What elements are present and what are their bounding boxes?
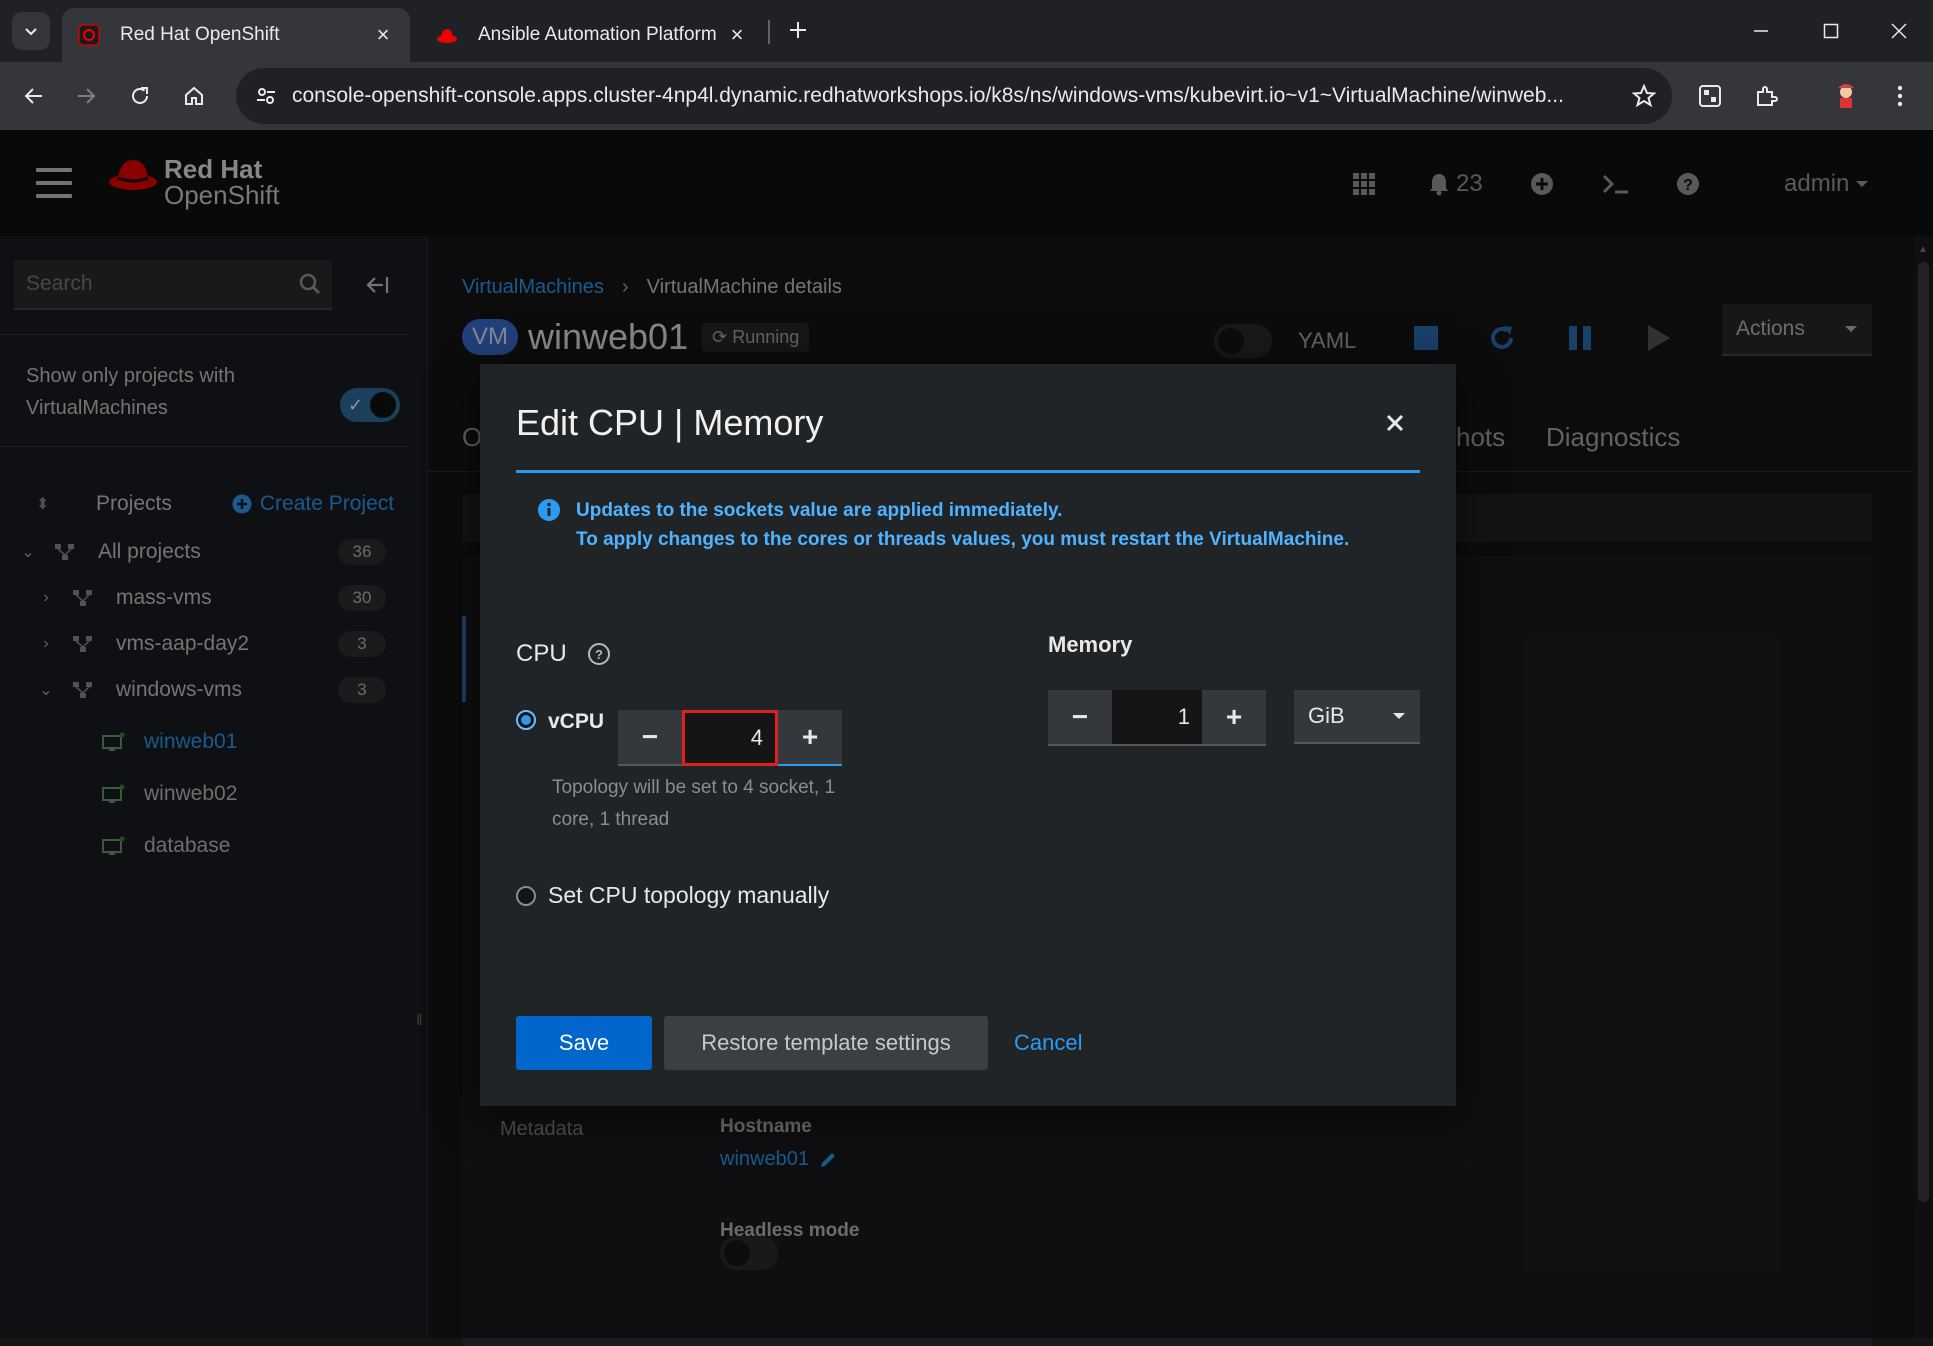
forward-button[interactable] xyxy=(66,76,106,116)
cpu-section-label: CPU ? xyxy=(516,640,611,668)
tab-ansible-automation-platform[interactable]: Ansible Automation Platform × xyxy=(420,8,764,62)
vcpu-increment-button[interactable]: + xyxy=(778,710,842,766)
memory-unit-value: GiB xyxy=(1308,703,1345,728)
svg-text:?: ? xyxy=(595,647,603,662)
tab-divider xyxy=(768,20,770,44)
new-tab-button[interactable] xyxy=(780,12,816,48)
save-button[interactable]: Save xyxy=(516,1016,652,1070)
maximize-icon xyxy=(1823,23,1839,39)
vcpu-stepper: − 4 + xyxy=(618,710,842,766)
caret-down-icon xyxy=(1393,713,1405,719)
alert-line-2: To apply changes to the cores or threads… xyxy=(576,529,1350,550)
close-icon xyxy=(1386,414,1404,432)
topology-helper-text: Topology will be set to 4 socket, 1 core… xyxy=(552,777,836,830)
reload-icon xyxy=(132,87,148,104)
restore-template-settings-button[interactable]: Restore template settings xyxy=(664,1016,988,1070)
browser-tab-bar: Red Hat OpenShift × Ansible Automation P… xyxy=(0,0,1933,62)
extensions-puzzle-icon[interactable] xyxy=(1746,76,1786,116)
url-text: console-openshift-console.apps.cluster-4… xyxy=(292,84,1564,107)
browser-toolbar: console-openshift-console.apps.cluster-4… xyxy=(0,62,1933,130)
cpu-label: CPU xyxy=(516,640,567,667)
redhat-favicon-icon xyxy=(437,29,457,43)
profile-avatar[interactable] xyxy=(1826,76,1866,116)
alert-line-1: Updates to the sockets value are applied… xyxy=(576,500,1063,521)
info-alert: Updates to the sockets value are applied… xyxy=(536,496,1396,554)
cancel-button[interactable]: Cancel xyxy=(1014,1016,1082,1070)
modal-title: Edit CPU | Memory xyxy=(516,402,824,443)
tab-title: Ansible Automation Platform xyxy=(478,24,717,45)
arrow-left-icon xyxy=(24,88,42,104)
minimize-icon xyxy=(1754,30,1768,32)
home-icon xyxy=(185,86,203,105)
modal-close-button[interactable] xyxy=(1380,408,1410,438)
home-button[interactable] xyxy=(174,76,214,116)
reload-button[interactable] xyxy=(120,76,160,116)
arrow-right-icon xyxy=(78,88,96,104)
openshift-favicon-icon xyxy=(78,24,100,46)
memory-increment-button[interactable]: + xyxy=(1202,690,1266,746)
vcpu-radio[interactable] xyxy=(516,710,536,730)
vcpu-decrement-button[interactable]: − xyxy=(618,710,682,766)
address-bar[interactable]: console-openshift-console.apps.cluster-4… xyxy=(236,68,1672,124)
memory-stepper: − 1 + xyxy=(1048,690,1266,746)
maximize-button[interactable] xyxy=(1796,0,1866,62)
tab-title: Red Hat OpenShift xyxy=(120,24,280,45)
help-circle-icon[interactable]: ? xyxy=(587,642,611,666)
chevron-down-icon xyxy=(25,28,37,36)
close-icon[interactable]: × xyxy=(726,22,748,47)
info-circle-icon xyxy=(538,499,560,521)
qr-code-icon[interactable] xyxy=(1690,76,1730,116)
tab-search-button[interactable] xyxy=(12,12,50,50)
vcpu-input[interactable]: 4 xyxy=(682,710,778,766)
vcpu-label: vCPU xyxy=(548,710,605,733)
window-close-button[interactable] xyxy=(1864,0,1933,62)
site-settings-icon[interactable] xyxy=(240,70,292,122)
tab-red-hat-openshift[interactable]: Red Hat OpenShift × xyxy=(62,8,410,62)
minimize-button[interactable] xyxy=(1726,0,1796,62)
memory-decrement-button[interactable]: − xyxy=(1048,690,1112,746)
browser-menu-icon[interactable] xyxy=(1880,76,1920,116)
plus-icon xyxy=(790,22,806,38)
bookmark-star-icon[interactable] xyxy=(1616,68,1672,124)
back-button[interactable] xyxy=(14,76,54,116)
memory-input[interactable]: 1 xyxy=(1112,690,1202,746)
manual-topology-label: Set CPU topology manually xyxy=(548,882,830,908)
memory-unit-select[interactable]: GiB xyxy=(1294,690,1420,744)
manual-topology-radio[interactable] xyxy=(516,886,536,906)
edit-cpu-memory-modal: Edit CPU | Memory Updates to the sockets… xyxy=(480,364,1456,1106)
close-icon xyxy=(1891,23,1907,39)
memory-label: Memory xyxy=(1048,632,1133,657)
modal-title-underline xyxy=(516,470,1420,473)
close-icon[interactable]: × xyxy=(372,22,394,47)
